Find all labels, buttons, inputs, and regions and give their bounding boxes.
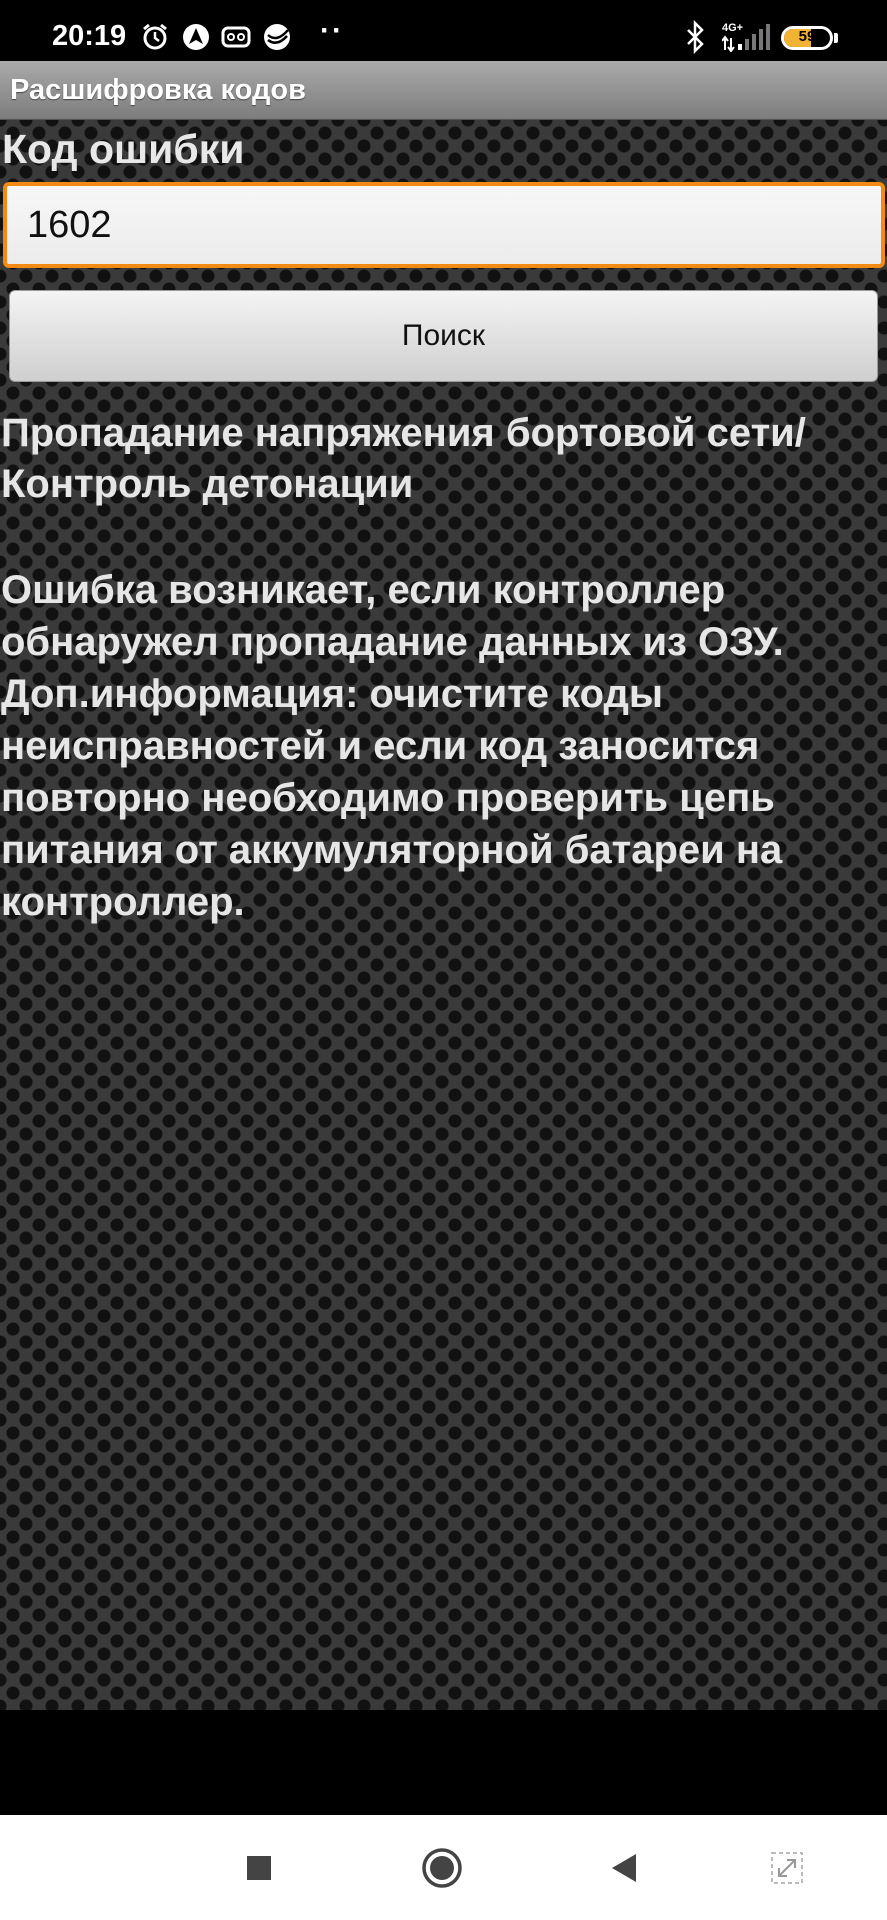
signal-icon — [722, 24, 770, 52]
navigation-icon — [183, 24, 209, 50]
app-title: Расшифровка кодов — [10, 74, 306, 106]
recents-icon — [247, 1855, 271, 1880]
rotate-icon — [771, 1851, 803, 1884]
search-button[interactable]: Поиск — [9, 290, 878, 382]
voicemail-icon — [221, 26, 251, 48]
home-icon — [422, 1847, 462, 1888]
battery-percent: 59 — [798, 28, 816, 45]
status-bar: 20:19 ·· 4G+ 59 — [0, 0, 887, 61]
error-code-label: Код ошибки — [2, 126, 245, 172]
result-title: Пропадание напряжения бортовой сети/ Кон… — [1, 411, 806, 506]
back-button[interactable] — [579, 1815, 669, 1920]
status-dots: ·· — [320, 14, 344, 47]
error-code-input[interactable] — [3, 182, 885, 268]
battery-icon: 59 — [781, 26, 833, 50]
sberbank-icon — [264, 24, 290, 50]
battery-tip — [834, 33, 838, 43]
recents-button[interactable] — [214, 1815, 304, 1920]
home-button[interactable] — [397, 1815, 487, 1920]
rotate-button[interactable] — [742, 1815, 832, 1920]
screen: 20:19 ·· 4G+ 59 Расшифровка кодов Код ош… — [0, 0, 887, 1920]
alarm-icon — [143, 23, 167, 50]
app-title-bar: Расшифровка кодов — [0, 61, 887, 120]
navigation-bar — [0, 1815, 887, 1920]
bluetooth-icon — [687, 20, 704, 54]
main-content: Код ошибки Поиск Пропадание напряжения б… — [0, 120, 887, 1710]
back-icon — [612, 1853, 636, 1882]
result-description: Ошибка возникает, если контроллер обнару… — [1, 568, 784, 924]
status-time: 20:19 — [52, 20, 127, 52]
